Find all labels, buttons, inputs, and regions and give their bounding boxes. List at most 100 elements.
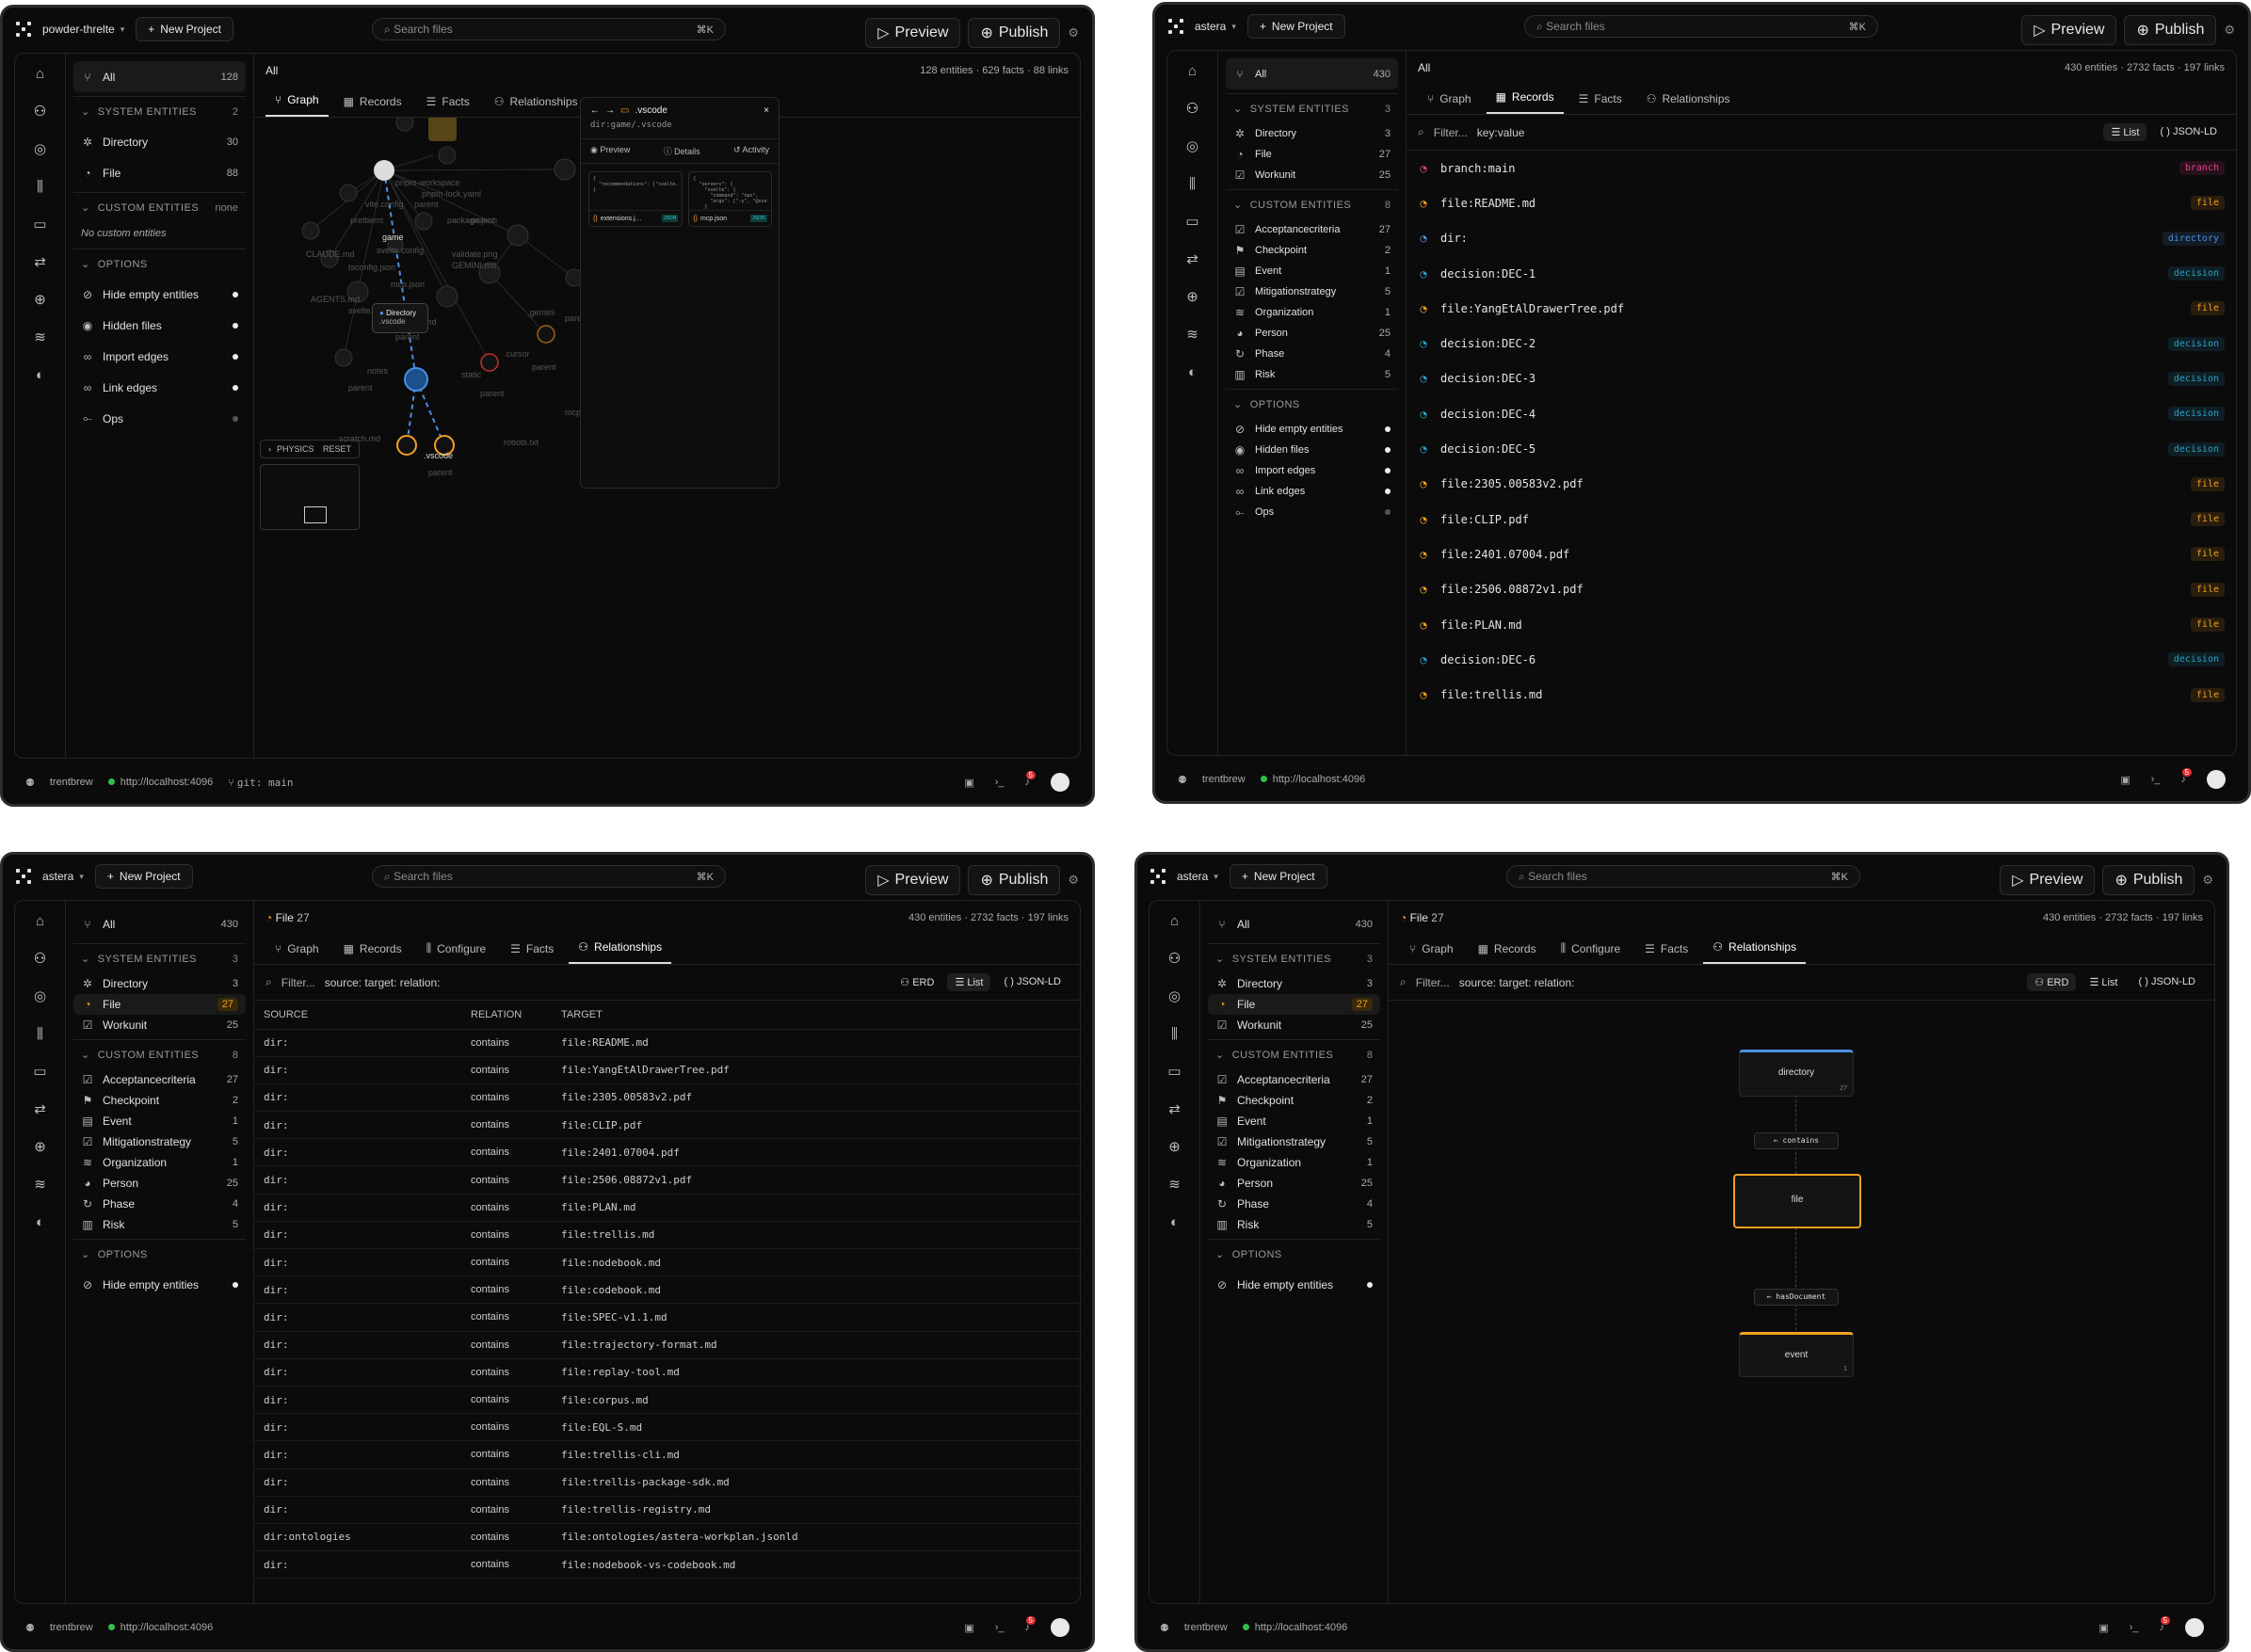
graph-icon[interactable]: ⚇ xyxy=(31,103,50,121)
table-row[interactable]: dir: contains file:2401.07004.pdf xyxy=(254,1138,1080,1167)
sidebar-item-acceptancecriteria[interactable]: ☑ Acceptancecriteria 27 xyxy=(73,1069,246,1090)
app-logo-icon[interactable] xyxy=(1168,19,1183,34)
sidebar-item-file[interactable]: ◔ File 88 xyxy=(73,157,246,188)
record-row[interactable]: ◔ decision:DEC-3 decision xyxy=(1407,361,2236,396)
search-input[interactable]: ⌕ Search files ⌘K xyxy=(1506,865,1860,888)
avatar[interactable] xyxy=(2207,770,2226,789)
publish-button[interactable]: ⊕ Publish xyxy=(2124,15,2217,45)
tab-preview[interactable]: ◉ Preview xyxy=(590,145,630,157)
sidebar-item-organization[interactable]: ≋ Organization 1 xyxy=(73,1152,246,1173)
layout-icon[interactable]: ▣ xyxy=(2098,1622,2108,1634)
target-cell[interactable]: file:trellis-cli.md xyxy=(552,1440,1080,1469)
sidebar-item-workunit[interactable]: ☑ Workunit 25 xyxy=(73,1015,246,1035)
graph-node-label[interactable]: parent xyxy=(395,332,420,342)
git-icon[interactable]: ⇄ xyxy=(1183,250,1202,269)
sidebar-item-file[interactable]: ◔ File 27 xyxy=(1208,994,1380,1015)
toggle-dot[interactable] xyxy=(233,1281,238,1288)
publish-button[interactable]: ⊕ Publish xyxy=(2102,865,2195,895)
toggle-dot[interactable] xyxy=(1385,426,1391,432)
sidebar-item-mitigationstrategy[interactable]: ☑ Mitigationstrategy 5 xyxy=(1226,281,1398,302)
target-cell[interactable]: file:2401.07004.pdf xyxy=(552,1138,1080,1167)
sidebar-item-acceptancecriteria[interactable]: ☑ Acceptancecriteria 27 xyxy=(1208,1069,1380,1090)
sidebar-item-directory[interactable]: ✲ Directory 3 xyxy=(1208,973,1380,994)
table-row[interactable]: dir: contains file:trellis-cli.md xyxy=(254,1440,1080,1469)
target-cell[interactable]: file:replay-tool.md xyxy=(552,1358,1080,1387)
toggle-dot[interactable] xyxy=(233,415,238,422)
toggle-dot[interactable] xyxy=(233,322,238,329)
graph-node-label[interactable]: parent xyxy=(348,383,373,393)
options-header[interactable]: ⌄ OPTIONS xyxy=(73,249,246,279)
target-cell[interactable]: file:README.md xyxy=(552,1029,1080,1057)
tab-configure[interactable]: ⫼ Configure xyxy=(1552,941,1631,964)
layers-icon[interactable]: ≋ xyxy=(1166,1176,1184,1195)
record-row[interactable]: ◔ decision:DEC-4 decision xyxy=(1407,396,2236,431)
custom-entities-header[interactable]: ⌄ CUSTOM ENTITIES 8 xyxy=(1208,1039,1380,1069)
sidebar-item-person[interactable]: ◕ Person 25 xyxy=(1226,323,1398,344)
search-input[interactable]: ⌕ Search files ⌘K xyxy=(372,18,726,40)
toggle-dot[interactable] xyxy=(1385,468,1391,473)
system-entities-header[interactable]: ⌄ SYSTEM ENTITIES 2 xyxy=(73,96,246,126)
record-row[interactable]: ◔ file:README.md file xyxy=(1407,185,2236,220)
tab-graph[interactable]: ⑂ Graph xyxy=(265,93,329,117)
graph-node-label[interactable]: parent xyxy=(428,468,453,477)
option-hidden-files[interactable]: ◉ Hidden files xyxy=(1226,440,1398,460)
toggle-dot[interactable] xyxy=(233,384,238,391)
forward-icon[interactable]: → xyxy=(605,105,615,116)
table-row[interactable]: dir: contains file:README.md xyxy=(254,1029,1080,1057)
toggle-dot[interactable] xyxy=(1385,509,1391,515)
source-cell[interactable]: dir: xyxy=(254,1029,461,1057)
bell-icon[interactable]: ♪ 5 xyxy=(1025,1616,1036,1633)
tab-records[interactable]: ▦ Records xyxy=(1486,90,1564,114)
view-jsonld[interactable]: ( ) JSON-LD xyxy=(2152,123,2225,141)
graph-node-label[interactable]: prettierrc xyxy=(350,216,384,225)
preview-button[interactable]: ▷ Preview xyxy=(2021,15,2117,45)
columns-icon[interactable]: ⫼ xyxy=(1183,175,1202,194)
table-row[interactable]: dir: contains file:nodebook.md xyxy=(254,1248,1080,1277)
option-hide-empty-entities[interactable]: ⊘ Hide empty entities xyxy=(73,1269,246,1300)
tab-graph[interactable]: ⑂ Graph xyxy=(1418,92,1481,114)
sidebar-item-risk[interactable]: ▥ Risk 5 xyxy=(73,1214,246,1235)
project-switcher[interactable]: astera ▾ xyxy=(42,870,84,883)
minimap-viewport[interactable] xyxy=(304,506,327,523)
search-input[interactable]: ⌕ Search files ⌘K xyxy=(1524,15,1878,38)
globe-icon[interactable]: ⊕ xyxy=(1166,1138,1184,1157)
record-row[interactable]: ◔ decision:DEC-1 decision xyxy=(1407,256,2236,291)
git-icon[interactable]: ⇄ xyxy=(1166,1100,1184,1119)
layers-icon[interactable]: ≋ xyxy=(1183,326,1202,345)
relationships-filter[interactable]: ⌕ Filter... source: target: relation: ⚇ ERD… xyxy=(1389,965,2214,1001)
option-hide-empty-entities[interactable]: ⊘ Hide empty entities xyxy=(1226,419,1398,440)
avatar[interactable] xyxy=(1051,773,1069,792)
columns-icon[interactable]: ⫼ xyxy=(31,178,50,197)
file-card[interactable]: { "recommendations": ["svelte. }{} extens… xyxy=(588,171,683,227)
graph-node-label[interactable]: GEMINI.md xyxy=(452,261,496,270)
palette-icon[interactable]: ◐ xyxy=(1166,1213,1184,1232)
new-project-button[interactable]: + New Project xyxy=(1229,864,1327,889)
target-cell[interactable]: file:EQL-S.md xyxy=(552,1413,1080,1442)
record-row[interactable]: ◔ decision:DEC-5 decision xyxy=(1407,431,2236,466)
graph-node-label[interactable]: pnpm-lock.yaml xyxy=(422,189,481,199)
sidebar-item-risk[interactable]: ▥ Risk 5 xyxy=(1208,1214,1380,1235)
record-row[interactable]: ◔ decision:DEC-6 decision xyxy=(1407,642,2236,677)
avatar[interactable] xyxy=(2185,1618,2204,1637)
table-row[interactable]: dir: contains file:2305.00583v2.pdf xyxy=(254,1083,1080,1113)
sidebar-item-all[interactable]: ⑂ All 430 xyxy=(1226,58,1398,89)
server-status[interactable]: http://localhost:4096 xyxy=(107,1622,213,1633)
tab-relationships[interactable]: ⚇ Relationships xyxy=(485,95,587,117)
sidebar-item-phase[interactable]: ↻ Phase 4 xyxy=(1226,344,1398,364)
target-cell[interactable]: file:nodebook.md xyxy=(552,1248,1080,1277)
record-row[interactable]: ◔ dir: directory xyxy=(1407,221,2236,256)
sidebar-item-phase[interactable]: ↻ Phase 4 xyxy=(73,1194,246,1214)
new-project-button[interactable]: + New Project xyxy=(94,864,193,889)
source-cell[interactable]: dir: xyxy=(254,1111,461,1140)
terminal-icon[interactable]: ›_ xyxy=(2151,774,2161,785)
toggle-dot[interactable] xyxy=(233,291,238,297)
bell-icon[interactable]: ♪ 5 xyxy=(2160,1616,2170,1633)
layout-icon[interactable]: ▣ xyxy=(964,1622,973,1634)
folder-icon[interactable]: ▭ xyxy=(31,1063,50,1082)
tab-records[interactable]: ▦ Records xyxy=(334,942,411,964)
home-icon[interactable]: ⌂ xyxy=(31,65,50,84)
source-cell[interactable]: dir: xyxy=(254,1303,461,1332)
record-row[interactable]: ◔ file:YangEtAlDrawerTree.pdf file xyxy=(1407,291,2236,326)
sidebar-item-all[interactable]: ⑂ All 430 xyxy=(1208,908,1380,939)
erd-edge-contains[interactable]: ← contains xyxy=(1754,1132,1839,1149)
